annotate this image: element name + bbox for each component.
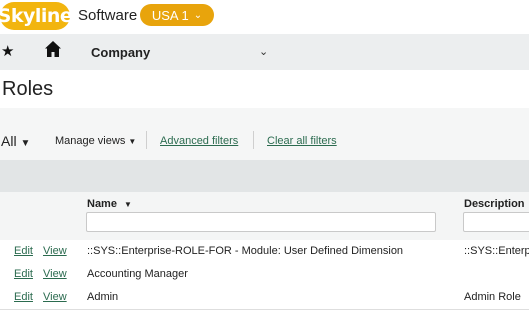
region-selector[interactable]: USA 1 ⌄ bbox=[140, 4, 214, 26]
brand-text: Software bbox=[78, 7, 138, 24]
edit-link[interactable]: Edit bbox=[14, 291, 33, 303]
table-row: Edit View Admin Admin Role bbox=[0, 286, 529, 310]
sort-desc-icon: ▼ bbox=[124, 200, 132, 209]
role-name: ::SYS::Enterprise-ROLE-FOR - Module: Use… bbox=[87, 245, 404, 257]
role-name: Accounting Manager bbox=[87, 268, 188, 280]
table-row: Edit View Accounting Manager bbox=[0, 263, 529, 287]
chevron-down-icon[interactable]: ⌄ bbox=[259, 45, 268, 58]
view-link[interactable]: View bbox=[43, 245, 67, 257]
filter-toolbar bbox=[0, 108, 529, 160]
view-link[interactable]: View bbox=[43, 291, 67, 303]
advanced-filters-link[interactable]: Advanced filters bbox=[160, 135, 238, 147]
description-filter-input[interactable] bbox=[463, 212, 529, 232]
view-selector-label: All bbox=[1, 133, 17, 149]
star-icon[interactable]: ★ bbox=[1, 42, 14, 60]
manage-views-label: Manage views bbox=[55, 135, 126, 147]
caret-down-icon: ▼ bbox=[20, 138, 31, 149]
skyline-logo[interactable]: Skyline bbox=[0, 2, 73, 30]
manage-views-button[interactable]: Manage views ▼ bbox=[55, 135, 136, 147]
caret-down-icon: ▼ bbox=[128, 137, 137, 146]
page-title: Roles bbox=[2, 78, 54, 100]
role-description: ::SYS::Enterprise bbox=[464, 245, 529, 257]
edit-link[interactable]: Edit bbox=[14, 245, 33, 257]
column-header-name[interactable]: Name ▼ bbox=[87, 198, 132, 210]
nav-menu-company[interactable]: Company bbox=[91, 45, 150, 60]
home-icon[interactable] bbox=[44, 40, 62, 58]
view-link[interactable]: View bbox=[43, 268, 67, 280]
edit-link[interactable]: Edit bbox=[14, 268, 33, 280]
chevron-down-icon: ⌄ bbox=[193, 9, 203, 21]
divider bbox=[253, 131, 254, 149]
role-name: Admin bbox=[87, 291, 119, 303]
table-row: Edit View ::SYS::Enterprise-ROLE-FOR - M… bbox=[0, 240, 529, 264]
column-header-description[interactable]: Description bbox=[464, 198, 525, 210]
region-label: USA 1 bbox=[151, 7, 189, 23]
role-description: Admin Role bbox=[464, 291, 521, 303]
column-header-label: Name bbox=[87, 198, 117, 210]
view-selector[interactable]: All ▼ bbox=[1, 133, 30, 149]
name-filter-input[interactable] bbox=[86, 212, 436, 232]
top-bar: Skyline Software USA 1 ⌄ bbox=[0, 0, 529, 34]
grid-toolbar bbox=[0, 160, 529, 192]
clear-all-filters-link[interactable]: Clear all filters bbox=[267, 135, 337, 147]
divider bbox=[146, 131, 147, 149]
